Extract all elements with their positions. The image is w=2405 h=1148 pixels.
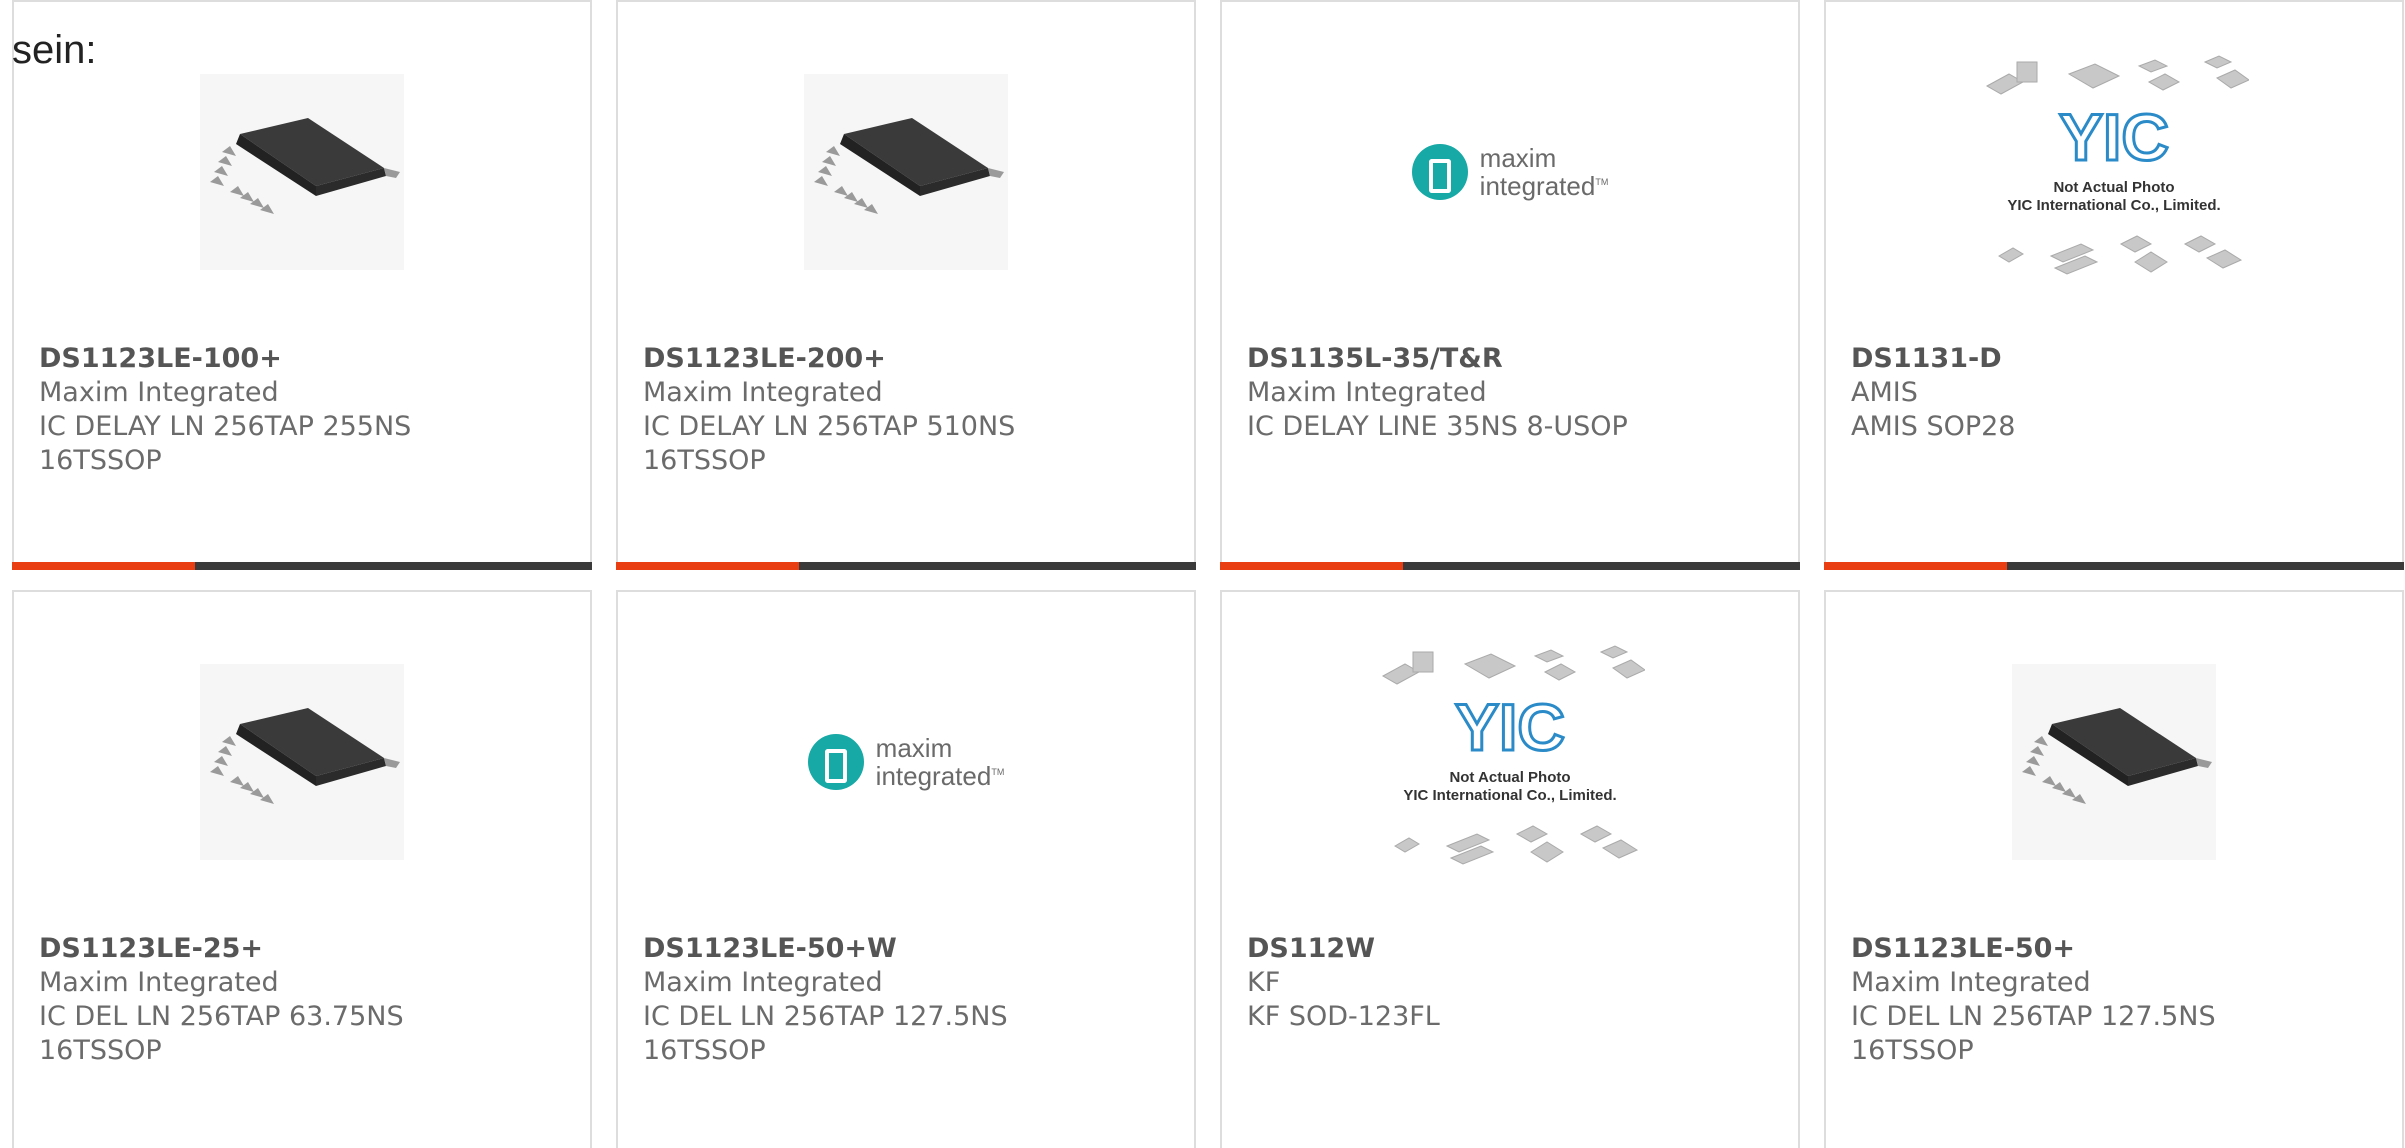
logo-text-line2: integratedTM [874, 760, 1005, 791]
product-manufacturer: Maxim Integrated [39, 377, 279, 408]
maxim-logo-icon [807, 734, 864, 790]
product-part-number[interactable]: DS1131-D [1851, 342, 2382, 376]
product-description: IC DELAY LN 256TAP 255NS [39, 411, 412, 442]
product-package: 16TSSOP [643, 1035, 766, 1066]
product-manufacturer: AMIS [1851, 377, 1918, 408]
product-info: DS1135L-35/T&R Maxim Integrated IC DELAY… [1247, 342, 1778, 444]
tssop-chip-icon [200, 664, 404, 860]
product-manufacturer: Maxim Integrated [1851, 967, 2091, 998]
product-info: DS1131-D AMIS AMIS SOP28 [1851, 342, 2382, 444]
product-info: DS1123LE-100+ Maxim Integrated IC DELAY … [39, 342, 570, 478]
tssop-chip-icon [2012, 664, 2216, 860]
product-part-number[interactable]: DS1123LE-100+ [39, 342, 570, 376]
product-card[interactable]: maxim integratedTM DS1123LE-50+W Maxim I… [616, 590, 1196, 1148]
card-accent-bar [1220, 562, 1800, 570]
logo-text-line2: integratedTM [1478, 170, 1609, 201]
placeholder-note: Not Actual Photo [2053, 179, 2174, 196]
product-description: IC DEL LN 256TAP 127.5NS [1851, 1001, 2216, 1032]
product-part-number[interactable]: DS1123LE-25+ [39, 932, 570, 966]
product-package: 16TSSOP [39, 445, 162, 476]
maxim-logo-icon [1411, 144, 1468, 200]
product-card[interactable]: DS1123LE-50+ Maxim Integrated IC DEL LN … [1824, 590, 2404, 1148]
card-accent-bar [1824, 562, 2404, 570]
product-manufacturer: Maxim Integrated [643, 377, 883, 408]
product-package: 16TSSOP [1851, 1035, 1974, 1066]
logo-text-integrated: integrated [875, 760, 992, 791]
product-image [14, 662, 590, 862]
logo-trademark: TM [1595, 177, 1609, 188]
product-part-number[interactable]: DS1123LE-200+ [643, 342, 1174, 376]
product-info: DS1123LE-50+W Maxim Integrated IC DEL LN… [643, 932, 1174, 1068]
yic-logo-mark: YIC [2059, 100, 2169, 174]
product-card[interactable]: maxim integratedTM DS1135L-35/T&R Maxim … [1220, 0, 1800, 570]
card-accent-bar [12, 562, 592, 570]
tssop-chip-icon [200, 74, 404, 270]
product-description: IC DEL LN 256TAP 127.5NS [643, 1001, 1008, 1032]
intro-text: sein: [12, 28, 97, 72]
product-card[interactable]: YIC Not Actual Photo YIC International C… [1220, 590, 1800, 1148]
logo-text-line1: maxim [1479, 143, 1557, 174]
yic-placeholder-icon: YIC Not Actual Photo YIC International C… [1375, 642, 1645, 882]
product-part-number[interactable]: DS1123LE-50+W [643, 932, 1174, 966]
product-part-number[interactable]: DS112W [1247, 932, 1778, 966]
product-image: YIC Not Actual Photo YIC International C… [1222, 662, 1798, 862]
logo-trademark: TM [991, 767, 1005, 778]
product-manufacturer: KF [1247, 967, 1281, 998]
product-image [618, 72, 1194, 272]
product-description: IC DELAY LINE 35NS 8-USOP [1247, 411, 1628, 442]
product-info: DS1123LE-25+ Maxim Integrated IC DEL LN … [39, 932, 570, 1068]
product-manufacturer: Maxim Integrated [1247, 377, 1487, 408]
product-description: AMIS SOP28 [1851, 411, 2016, 442]
logo-text-integrated: integrated [1479, 170, 1596, 201]
tssop-chip-icon [804, 74, 1008, 270]
product-manufacturer: Maxim Integrated [643, 967, 883, 998]
product-image [14, 72, 590, 272]
yic-logo-mark: YIC [1455, 690, 1565, 764]
product-description: KF SOD-123FL [1247, 1001, 1440, 1032]
product-image: YIC Not Actual Photo YIC International C… [1826, 72, 2402, 272]
product-image: maxim integratedTM [618, 662, 1194, 862]
maxim-integrated-logo: maxim integratedTM [807, 733, 1005, 791]
product-card[interactable]: DS1123LE-100+ Maxim Integrated IC DELAY … [12, 0, 592, 570]
placeholder-company: YIC International Co., Limited. [1403, 787, 1616, 804]
product-card[interactable]: YIC Not Actual Photo YIC International C… [1824, 0, 2404, 570]
product-image [1826, 662, 2402, 862]
card-accent-bar [616, 562, 1196, 570]
logo-text-line1: maxim [875, 733, 953, 764]
placeholder-note: Not Actual Photo [1449, 769, 1570, 786]
product-card[interactable]: DS1123LE-200+ Maxim Integrated IC DELAY … [616, 0, 1196, 570]
product-image: maxim integratedTM [1222, 72, 1798, 272]
product-package: 16TSSOP [643, 445, 766, 476]
product-grid-page: sein: DS1123LE-100+ Maxim Integrated IC … [0, 0, 2405, 1148]
product-package: 16TSSOP [39, 1035, 162, 1066]
product-description: IC DEL LN 256TAP 63.75NS [39, 1001, 404, 1032]
product-info: DS1123LE-200+ Maxim Integrated IC DELAY … [643, 342, 1174, 478]
placeholder-company: YIC International Co., Limited. [2007, 197, 2220, 214]
product-part-number[interactable]: DS1123LE-50+ [1851, 932, 2382, 966]
product-info: DS112W KF KF SOD-123FL [1247, 932, 1778, 1034]
product-card[interactable]: DS1123LE-25+ Maxim Integrated IC DEL LN … [12, 590, 592, 1148]
product-manufacturer: Maxim Integrated [39, 967, 279, 998]
maxim-integrated-logo: maxim integratedTM [1411, 143, 1609, 201]
product-info: DS1123LE-50+ Maxim Integrated IC DEL LN … [1851, 932, 2382, 1068]
product-part-number[interactable]: DS1135L-35/T&R [1247, 342, 1778, 376]
yic-placeholder-icon: YIC Not Actual Photo YIC International C… [1979, 52, 2249, 292]
product-description: IC DELAY LN 256TAP 510NS [643, 411, 1016, 442]
